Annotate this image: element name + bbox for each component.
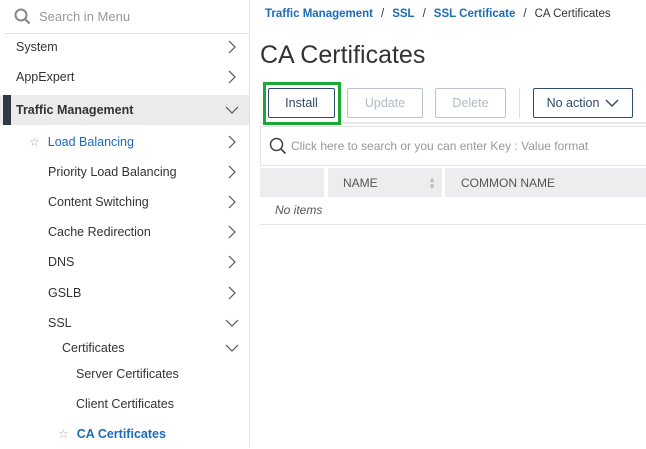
breadcrumb-traffic-management[interactable]: Traffic Management: [265, 8, 373, 20]
sidebar-item-server-certificates[interactable]: Server Certificates: [0, 359, 249, 389]
sidebar-item-load-balancing[interactable]: ☆ Load Balancing: [0, 127, 249, 157]
main-content: Traffic Management / SSL / SSL Certificate / C…: [260, 0, 646, 447]
label: Cache Redirection: [48, 225, 151, 239]
label: Load Balancing: [47, 135, 134, 149]
label: Content Switching: [48, 195, 149, 209]
separator: /: [422, 8, 426, 20]
chevron-down-icon: [225, 106, 239, 114]
breadcrumb-current: CA Certificates: [534, 8, 611, 20]
breadcrumb-ssl-certificate[interactable]: SSL Certificate: [434, 8, 516, 20]
label: System: [16, 40, 58, 54]
label: Server Certificates: [76, 367, 179, 381]
action-dropdown[interactable]: No action: [533, 88, 633, 118]
search-icon: [269, 137, 287, 155]
chevron-right-icon: [228, 40, 236, 54]
sidebar-item-client-certificates[interactable]: Client Certificates: [0, 389, 249, 419]
label: Priority Load Balancing: [48, 165, 177, 179]
separator: /: [381, 8, 385, 20]
chevron-right-icon: [228, 255, 236, 269]
label: DNS: [48, 255, 75, 269]
chevron-right-icon: [228, 165, 236, 179]
chevron-down-icon: [605, 99, 619, 107]
toolbar: Install Update Delete No action: [260, 81, 646, 125]
chevron-right-icon: [228, 135, 236, 149]
chevron-down-icon: [225, 319, 239, 327]
breadcrumb-ssl[interactable]: SSL: [392, 8, 414, 20]
label: Client Certificates: [76, 397, 174, 411]
delete-button[interactable]: Delete: [435, 88, 506, 118]
sidebar-item-ca-certificates[interactable]: ☆ CA Certificates: [0, 419, 249, 449]
update-button[interactable]: Update: [347, 88, 423, 118]
star-icon[interactable]: ☆: [29, 135, 40, 149]
chevron-right-icon: [228, 286, 236, 300]
sidebar-item-gslb[interactable]: GSLB: [0, 278, 249, 308]
chevron-right-icon: [228, 195, 236, 209]
sidebar-item-dns[interactable]: DNS: [0, 247, 249, 277]
sidebar: Search in Menu System AppExpert Traffic …: [0, 0, 250, 447]
sidebar-item-appexpert[interactable]: AppExpert: [0, 62, 249, 92]
sort-icon[interactable]: ▲ ▼: [428, 175, 436, 190]
column-header-common-name[interactable]: COMMON NAME: [445, 168, 646, 197]
table-search-input[interactable]: Click here to search or you can enter Ke…: [260, 126, 646, 166]
label: GSLB: [48, 286, 82, 300]
chevron-right-icon: [228, 70, 236, 84]
divider: [260, 224, 646, 225]
chevron-down-icon: [225, 344, 239, 352]
menu-search[interactable]: Search in Menu: [4, 0, 249, 34]
menu-search-placeholder: Search in Menu: [39, 9, 131, 24]
sidebar-item-content-switching[interactable]: Content Switching: [0, 187, 249, 217]
sidebar-item-priority-load-balancing[interactable]: Priority Load Balancing: [0, 157, 249, 187]
sidebar-item-system[interactable]: System: [0, 32, 249, 62]
sidebar-item-traffic-management[interactable]: Traffic Management: [0, 95, 249, 125]
column-header-name[interactable]: NAME ▲ ▼: [328, 168, 442, 197]
label: Certificates: [62, 341, 125, 355]
search-placeholder: Click here to search or you can enter Ke…: [291, 139, 589, 153]
chevron-right-icon: [228, 225, 236, 239]
label: AppExpert: [16, 70, 75, 84]
breadcrumb: Traffic Management / SSL / SSL Certificate / C…: [265, 8, 646, 20]
label: SSL: [48, 316, 72, 330]
divider: [519, 88, 520, 118]
label: NAME: [343, 175, 378, 190]
select-column-header[interactable]: [260, 168, 324, 197]
action-label: No action: [546, 96, 600, 110]
separator: /: [523, 8, 527, 20]
install-button[interactable]: Install: [268, 88, 335, 118]
label: CA Certificates: [76, 427, 166, 441]
page-title: CA Certificates: [260, 41, 426, 69]
label: COMMON NAME: [461, 175, 555, 190]
search-icon: [14, 8, 31, 25]
label: Traffic Management: [16, 103, 134, 117]
empty-table-message: No items: [275, 203, 323, 217]
star-icon[interactable]: ☆: [58, 427, 69, 441]
sidebar-item-cache-redirection[interactable]: Cache Redirection: [0, 217, 249, 247]
